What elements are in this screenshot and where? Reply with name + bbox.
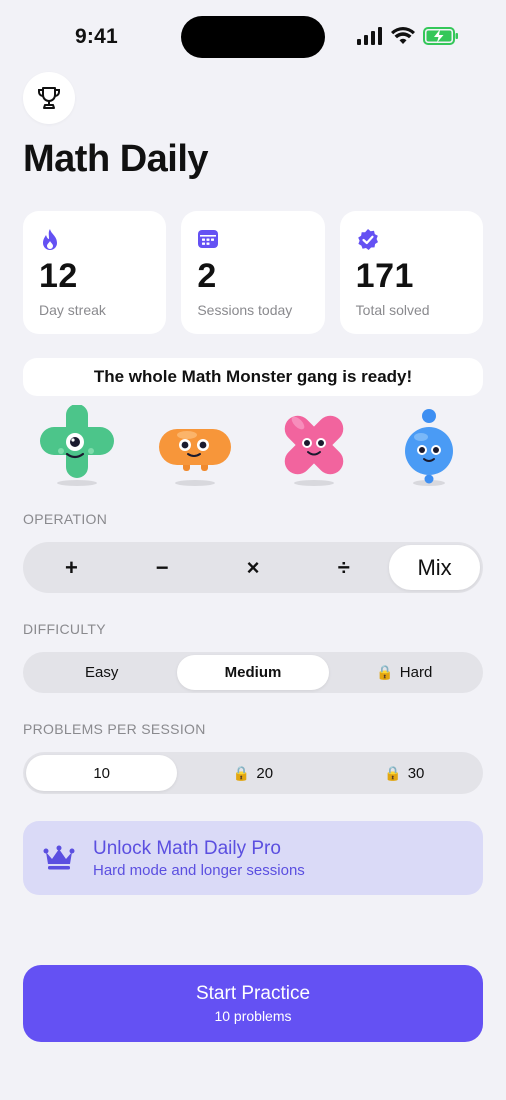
difficulty-option-hard[interactable]: 🔒 Hard bbox=[329, 655, 480, 690]
problems-option-30[interactable]: 🔒 30 bbox=[329, 755, 480, 791]
option-label: Easy bbox=[84, 664, 119, 681]
start-practice-button[interactable]: Start Practice 10 problems bbox=[23, 965, 483, 1042]
problems-per-session-label: PROBLEMS PER SESSION bbox=[23, 721, 206, 737]
lock-icon: 🔒 bbox=[232, 764, 251, 781]
difficulty-option-medium[interactable]: Medium bbox=[177, 655, 329, 690]
operation-option-subtract[interactable]: − bbox=[117, 545, 208, 590]
problems-option-20[interactable]: 🔒 20 bbox=[177, 755, 328, 791]
stat-card-sessions: 2 Sessions today bbox=[181, 211, 325, 334]
wifi-icon bbox=[391, 27, 415, 44]
stat-label: Total solved bbox=[355, 302, 430, 318]
operation-option-multiply[interactable]: × bbox=[208, 545, 299, 590]
pro-banner-title: Unlock Math Daily Pro bbox=[93, 838, 281, 859]
orange-minus-monster bbox=[159, 429, 231, 486]
problems-per-session-selector: 10 🔒 20 🔒 30 bbox=[23, 752, 483, 794]
lock-icon: 🔒 bbox=[384, 764, 402, 781]
stat-label: Day streak bbox=[39, 302, 106, 318]
calendar-icon bbox=[198, 230, 219, 248]
trophy-button[interactable] bbox=[23, 72, 75, 124]
operation-option-mix[interactable]: Mix bbox=[389, 545, 480, 590]
stats-row: 12 Day streak 2 Sessions today 171 Total… bbox=[23, 211, 483, 334]
battery-charging-icon bbox=[423, 27, 458, 45]
stat-value: 12 bbox=[39, 257, 78, 295]
pink-times-monster bbox=[284, 415, 344, 486]
option-label: 20 bbox=[256, 764, 274, 782]
option-label: 10 bbox=[93, 764, 110, 782]
stat-label: Sessions today bbox=[197, 302, 293, 318]
option-label: 30 bbox=[407, 764, 425, 782]
status-icons bbox=[357, 27, 459, 45]
start-button-subtitle: 10 problems bbox=[214, 1008, 292, 1024]
dynamic-island bbox=[181, 16, 325, 58]
difficulty-label: DIFFICULTY bbox=[23, 621, 106, 637]
problems-option-10[interactable]: 10 bbox=[26, 755, 178, 791]
status-time: 9:41 bbox=[75, 25, 118, 48]
verified-badge-icon bbox=[357, 229, 378, 250]
flame-icon bbox=[43, 229, 57, 250]
blue-divide-monster bbox=[405, 409, 453, 486]
operation-option-add[interactable]: + bbox=[26, 545, 117, 590]
stat-card-total: 171 Total solved bbox=[339, 211, 483, 334]
gang-banner: The whole Math Monster gang is ready! bbox=[23, 358, 483, 396]
operation-label: OPERATION bbox=[23, 511, 108, 527]
lock-icon: 🔒 bbox=[376, 664, 394, 680]
stat-value: 171 bbox=[355, 257, 414, 295]
option-label: Medium bbox=[224, 664, 282, 681]
cellular-signal-icon bbox=[357, 27, 382, 45]
operation-selector: + − × ÷ Mix bbox=[23, 542, 483, 593]
monster-row bbox=[23, 405, 483, 495]
stat-value: 2 bbox=[197, 257, 217, 295]
page-title: Math Daily bbox=[23, 138, 209, 180]
operation-option-divide[interactable]: ÷ bbox=[298, 545, 389, 590]
crown-icon bbox=[43, 845, 75, 870]
start-button-title: Start Practice bbox=[195, 983, 311, 1004]
stat-card-streak: 12 Day streak bbox=[23, 211, 167, 334]
status-bar: 9:41 bbox=[0, 0, 506, 70]
unlock-pro-banner[interactable]: Unlock Math Daily Pro Hard mode and long… bbox=[23, 821, 483, 895]
option-label: Hard bbox=[399, 664, 433, 681]
difficulty-selector: Easy Medium 🔒 Hard bbox=[23, 652, 483, 693]
green-plus-monster bbox=[40, 405, 114, 486]
difficulty-option-easy[interactable]: Easy bbox=[26, 655, 177, 690]
trophy-icon bbox=[38, 87, 60, 109]
pro-banner-subtitle: Hard mode and longer sessions bbox=[93, 862, 305, 879]
